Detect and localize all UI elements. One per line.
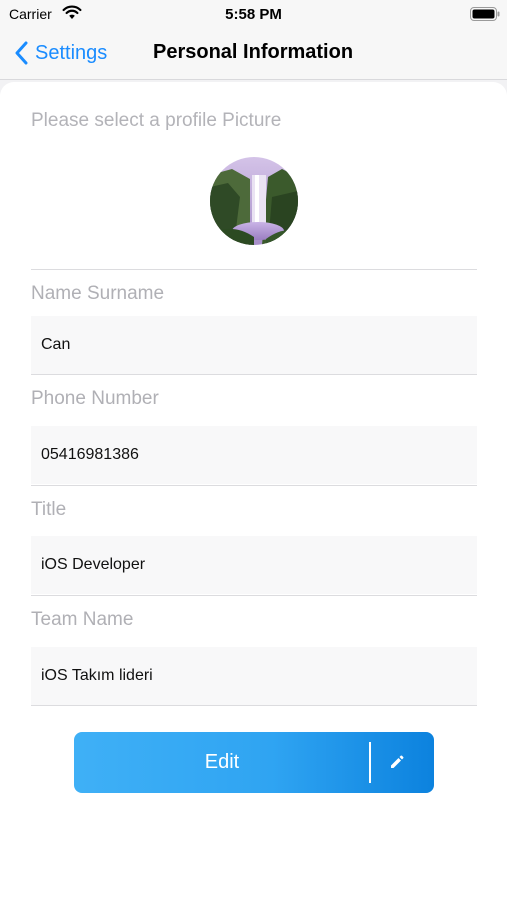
team-name-field[interactable] bbox=[31, 647, 477, 705]
team-name-label: Team Name bbox=[31, 609, 134, 630]
page-title: Personal Information bbox=[153, 41, 354, 63]
profile-picture-prompt: Please select a profile Picture bbox=[31, 110, 282, 131]
edit-button[interactable]: Edit bbox=[74, 732, 434, 793]
waterfall-photo bbox=[210, 157, 298, 245]
personal-info-card: Please select a profile Picture Name Sur… bbox=[0, 82, 507, 900]
status-bar: Carrier 5:58 PM bbox=[0, 0, 507, 28]
battery-icon bbox=[470, 7, 500, 21]
edit-button-label: Edit bbox=[204, 751, 240, 773]
back-button[interactable]: Settings bbox=[14, 38, 107, 68]
phone-number-label: Phone Number bbox=[31, 388, 159, 409]
field-divider bbox=[31, 485, 477, 486]
chevron-left-icon bbox=[15, 41, 28, 65]
button-separator bbox=[369, 742, 371, 783]
name-surname-field[interactable] bbox=[31, 316, 477, 374]
status-time: 5:58 PM bbox=[225, 6, 282, 23]
title-field[interactable] bbox=[31, 536, 477, 594]
field-divider bbox=[31, 595, 477, 596]
title-label: Title bbox=[31, 499, 67, 520]
navigation-bar: Settings Personal Information bbox=[0, 28, 507, 80]
phone-number-field[interactable] bbox=[31, 426, 477, 484]
pencil-icon bbox=[391, 755, 404, 768]
back-button-label: Settings bbox=[35, 41, 108, 64]
profile-picture[interactable] bbox=[210, 157, 298, 245]
field-divider bbox=[31, 705, 477, 706]
section-divider bbox=[31, 269, 477, 270]
field-divider bbox=[31, 374, 477, 375]
name-surname-label: Name Surname bbox=[31, 283, 165, 304]
